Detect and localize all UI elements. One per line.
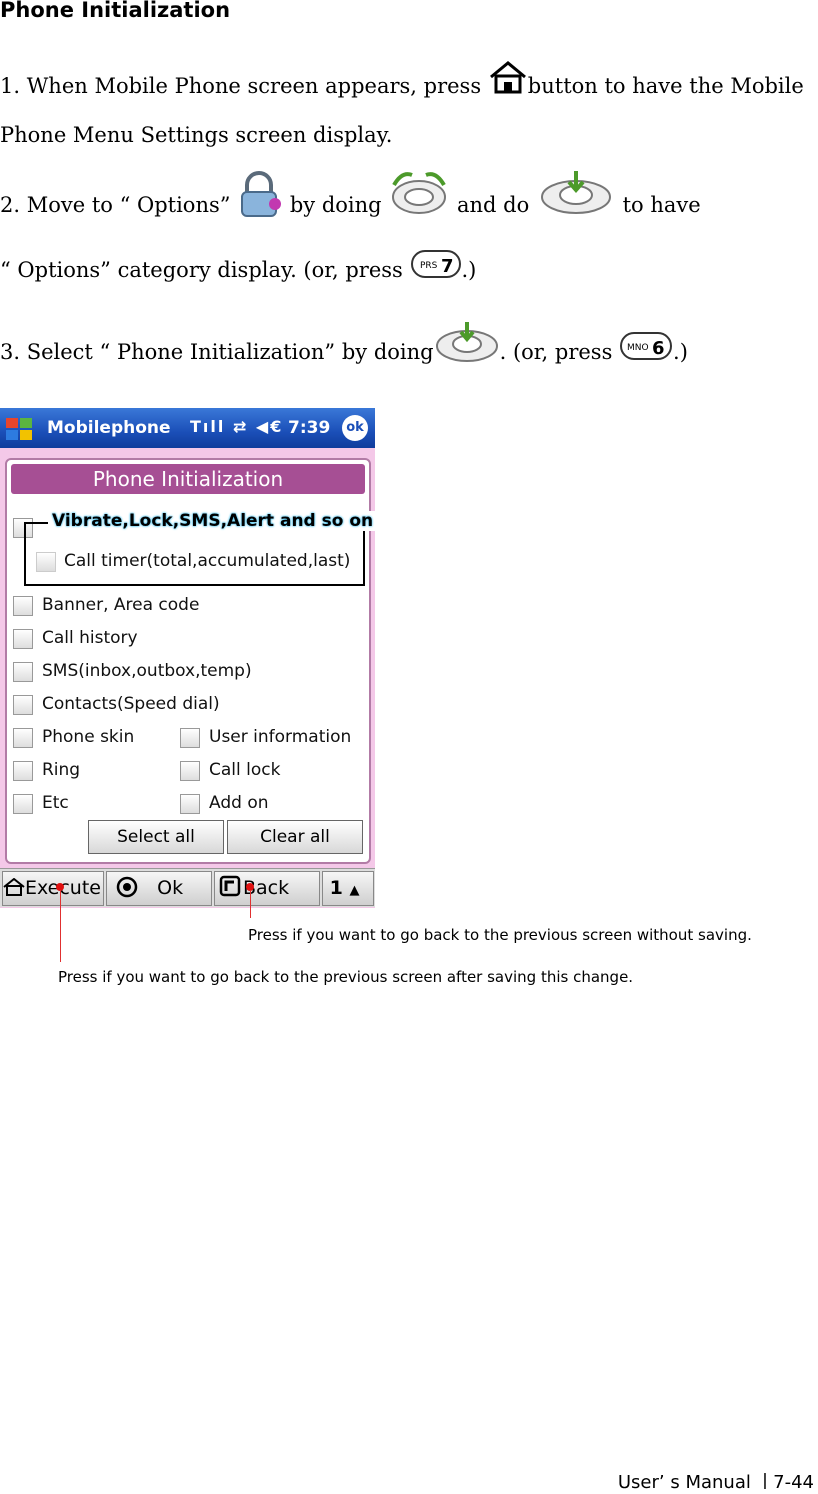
execute-button[interactable]: Execute — [2, 871, 104, 906]
step-1-line-2: Phone Menu Settings screen display. — [0, 123, 393, 147]
step-2-line-1: 2. Move to “ Options” by doing and do to… — [0, 170, 701, 219]
step-2-text-e: “ Options” category display. (or, press — [0, 258, 410, 282]
step-1-text-a: 1. When Mobile Phone screen appears, pre… — [0, 74, 488, 98]
lock-icon — [241, 170, 282, 217]
label-addon: Add on — [209, 793, 269, 813]
phone-screen: Mobilephone Tıll ⇄ ◀€ 7:39 ok Phone Init… — [0, 408, 378, 908]
checkbox-addon[interactable] — [180, 794, 200, 814]
checkbox-ring[interactable] — [13, 761, 33, 781]
svg-text:PRS: PRS — [420, 261, 438, 271]
back-marker-line — [250, 890, 251, 918]
checkbox-sms[interactable] — [13, 662, 33, 682]
key-7-icon: PRS 7 — [410, 249, 461, 278]
page-indicator[interactable]: 1 ▲ — [322, 871, 374, 906]
step-2-text-a: 2. Move to “ Options” — [0, 193, 238, 217]
phone-app-name: Mobilephone — [47, 418, 171, 438]
step-1-line-1: 1. When Mobile Phone screen appears, pre… — [0, 60, 804, 98]
windows-start-icon[interactable] — [2, 414, 36, 444]
step-2-text-d: to have — [622, 193, 701, 217]
label-call-timer: Call timer(total,accumulated,last) — [64, 551, 351, 571]
execute-marker-line — [60, 890, 61, 962]
step-2-text-f: .) — [461, 258, 477, 282]
back-key-icon — [219, 875, 241, 897]
step-1-text-b: button to have the Mobile — [527, 74, 804, 98]
page-footer: User’ s Manual ㅣ7-44 — [617, 1472, 814, 1493]
label-banner: Banner, Area code — [42, 595, 200, 615]
step-2-line-2: “ Options” category display. (or, press … — [0, 249, 477, 282]
page-number: 1 — [329, 877, 343, 899]
phone-title-bar: Mobilephone Tıll ⇄ ◀€ 7:39 ok — [0, 408, 375, 448]
label-contacts: Contacts(Speed dial) — [42, 694, 220, 714]
home-small-icon — [3, 877, 25, 896]
label-user: User information — [209, 727, 352, 747]
back-button[interactable]: Back — [214, 871, 320, 906]
step-2-text-c: and do — [456, 193, 536, 217]
step-3-text-c: .) — [673, 340, 688, 364]
checkbox-call-timer[interactable] — [36, 552, 56, 572]
svg-text:7: 7 — [441, 256, 454, 277]
note-back: Press if you want to go back to the prev… — [248, 926, 752, 944]
checkbox-skin[interactable] — [13, 728, 33, 748]
ok-label: Ok — [157, 877, 184, 899]
svg-text:6: 6 — [652, 338, 665, 359]
step-2-text-b: by doing — [289, 193, 389, 217]
rotate-wheel-icon — [392, 171, 447, 214]
phone-clock: 7:39 — [288, 418, 331, 438]
label-history: Call history — [42, 628, 138, 648]
checkbox-banner[interactable] — [13, 596, 33, 616]
checkbox-user[interactable] — [180, 728, 200, 748]
label-sms: SMS(inbox,outbox,temp) — [42, 661, 252, 681]
step-3-text-b: . (or, press — [499, 340, 620, 364]
label-etc: Etc — [42, 793, 69, 813]
init-panel: Phone Initialization Vibrate,Lock,SMS,Al… — [5, 458, 378, 864]
clear-all-button[interactable]: Clear all — [227, 820, 363, 854]
checkbox-history[interactable] — [13, 629, 33, 649]
panel-title: Phone Initialization — [11, 464, 365, 494]
step-3-text-a: 3. Select “ Phone Initialization” by doi… — [0, 340, 434, 364]
checkbox-lock[interactable] — [180, 761, 200, 781]
step-3-line: 3. Select “ Phone Initialization” by doi… — [0, 321, 688, 364]
scroll-up-icon: ▲ — [349, 883, 360, 898]
home-icon — [489, 60, 526, 93]
checkbox-etc[interactable] — [13, 794, 33, 814]
ok-button[interactable]: ok — [342, 415, 368, 441]
press-wheel-icon-2 — [435, 321, 498, 362]
note-execute: Press if you want to go back to the prev… — [58, 968, 634, 986]
select-all-button[interactable]: Select all — [88, 820, 224, 854]
svg-text:MNO: MNO — [627, 343, 649, 353]
label-lock: Call lock — [209, 760, 281, 780]
label-ring: Ring — [42, 760, 81, 780]
press-wheel-icon — [540, 170, 611, 214]
status-icons: Tıll ⇄ ◀€ — [190, 417, 284, 436]
label-skin: Phone skin — [42, 727, 135, 747]
page-heading: Phone Initialization — [0, 0, 231, 22]
key-6-icon: MNO 6 — [620, 331, 673, 360]
ok-toolbar-button[interactable]: Ok — [106, 871, 212, 906]
dial-center-icon — [116, 876, 138, 898]
checkbox-contacts[interactable] — [13, 695, 33, 715]
group-title: Vibrate,Lock,SMS,Alert and so on — [48, 511, 378, 531]
